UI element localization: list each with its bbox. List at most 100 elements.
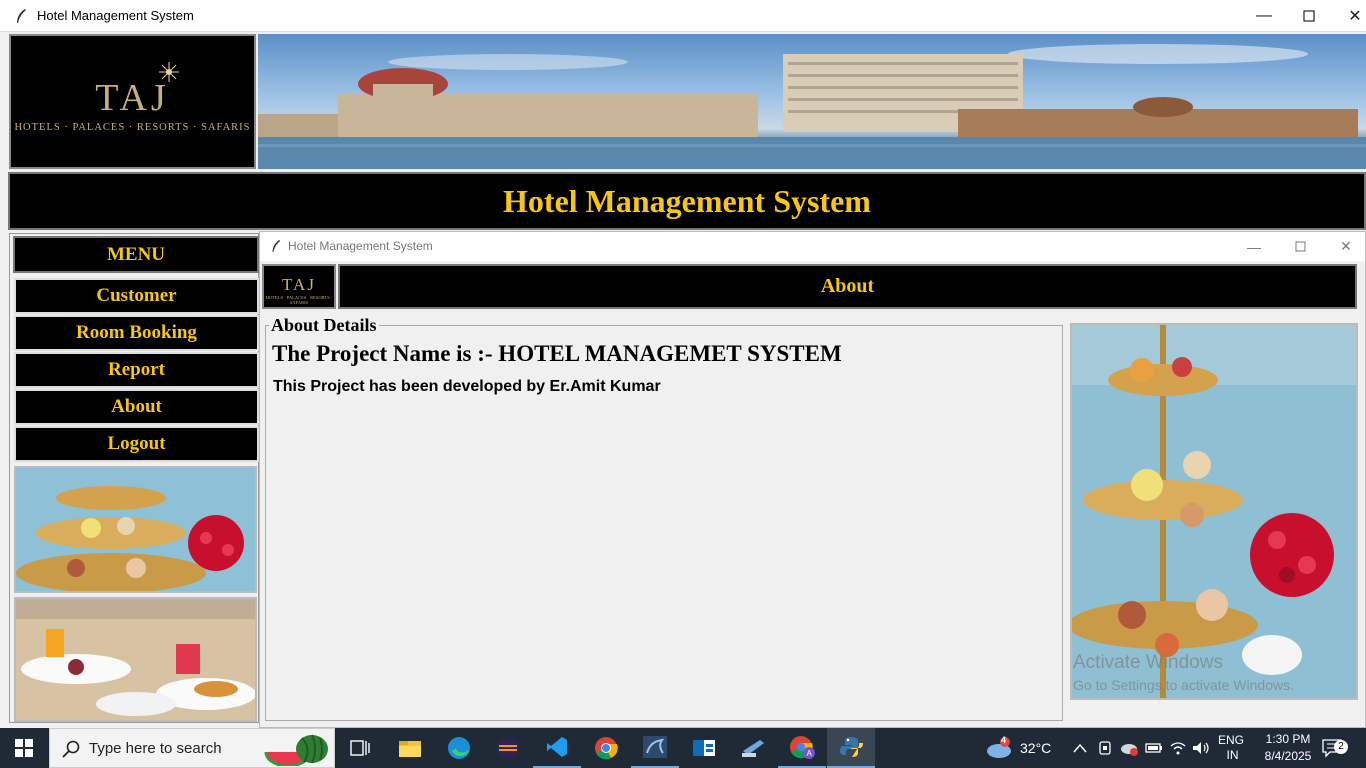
network-icon	[1170, 742, 1186, 755]
meet-now-button[interactable]	[1098, 728, 1112, 768]
food-photo	[1072, 325, 1356, 698]
file-explorer-icon	[399, 741, 421, 757]
close-icon: ✕	[1340, 238, 1352, 254]
outlook-button[interactable]	[680, 728, 728, 768]
show-hidden-icons-button[interactable]	[1073, 728, 1087, 768]
vscode-button[interactable]	[533, 728, 581, 768]
maximize-button[interactable]	[1286, 0, 1332, 32]
notification-count: 2	[1334, 740, 1348, 754]
battery-icon	[1145, 743, 1162, 753]
chrome-button[interactable]	[582, 728, 630, 768]
food-photo	[16, 468, 255, 591]
close-button[interactable]: ✕	[1332, 0, 1366, 32]
minimize-icon: —	[1247, 238, 1261, 255]
svg-text:A: A	[807, 749, 813, 758]
activation-watermark: Activate Windows	[1073, 652, 1223, 673]
child-minimize-button[interactable]: —	[1231, 232, 1277, 261]
notification-button[interactable]: 2	[1322, 728, 1348, 768]
weather-badge: 4	[1001, 735, 1007, 745]
developer-text: This Project has been developed by Er.Am…	[273, 378, 661, 395]
report-button[interactable]: Report	[14, 352, 259, 388]
minimize-button[interactable]: —	[1241, 0, 1287, 32]
windows-start-icon	[15, 739, 33, 757]
chevron-up-icon	[1073, 743, 1087, 753]
about-header: About	[338, 264, 1357, 309]
taj-logo: TAJ HOTELS · PALACES · RESORTS · SAFARIS	[9, 34, 256, 169]
region-code: IN	[1226, 748, 1239, 762]
menu-heading: MENU	[13, 236, 259, 273]
chrome-icon	[595, 737, 618, 760]
app-header: Hotel Management System	[8, 172, 1366, 230]
taskbar-search-box[interactable]: Type here to search	[49, 728, 335, 768]
about-window-title-bar: Hotel Management System — ✕	[260, 232, 1365, 261]
task-view-button[interactable]	[336, 728, 384, 768]
file-explorer-button[interactable]	[386, 728, 434, 768]
chrome-profile-button[interactable]: A	[778, 728, 826, 768]
weather-icon	[987, 737, 1011, 758]
about-details-label: About Details	[269, 315, 379, 336]
feather-icon	[272, 240, 281, 252]
edge-button[interactable]	[435, 728, 483, 768]
small-taj-logo: TAJ HOTELS · PALACES · RESORTS · SAFARIS	[262, 264, 336, 309]
mysql-icon	[643, 736, 667, 758]
onedrive-button[interactable]	[1120, 728, 1140, 768]
customer-button[interactable]: Customer	[14, 278, 259, 314]
child-maximize-button[interactable]	[1277, 232, 1323, 261]
project-name-text: The Project Name is :- HOTEL MANAGEMET S…	[272, 341, 842, 366]
eclipse-button[interactable]	[484, 728, 532, 768]
room-booking-button[interactable]: Room Booking	[14, 315, 259, 351]
volume-button[interactable]	[1192, 728, 1210, 768]
task-view-icon	[350, 740, 370, 756]
clock-date: 8/4/2025	[1264, 749, 1312, 763]
taskbar: Type here to search A 4 32°C ENG IN 1:30…	[0, 728, 1366, 768]
menu-label: About	[111, 396, 162, 417]
desktop-button[interactable]	[729, 728, 777, 768]
hotel-banner-image	[258, 34, 1366, 169]
network-button[interactable]	[1170, 728, 1186, 768]
search-placeholder: Type here to search	[89, 740, 222, 757]
feather-icon	[17, 9, 26, 23]
edge-icon	[448, 737, 470, 759]
minimize-icon: —	[1256, 7, 1272, 24]
about-button[interactable]: About	[14, 389, 259, 425]
logo-tagline: HOTELS · PALACES · RESORTS · SAFARIS	[265, 295, 333, 305]
child-close-button[interactable]: ✕	[1323, 232, 1366, 261]
language-code: ENG	[1218, 733, 1245, 747]
chrome-profile-icon: A	[790, 736, 815, 759]
logo-brand: TAJ	[282, 275, 316, 294]
watermelon-icon	[264, 734, 328, 766]
weather-widget[interactable]: 4 32°C	[985, 728, 1051, 768]
food-tier-image-large	[1070, 323, 1358, 700]
hotel-photo	[258, 44, 1366, 169]
meet-now-icon	[1099, 741, 1111, 755]
logout-button[interactable]: Logout	[14, 426, 259, 462]
battery-button[interactable]	[1145, 728, 1163, 768]
search-icon	[62, 740, 80, 758]
eclipse-icon	[497, 737, 519, 759]
python-button[interactable]	[827, 728, 875, 768]
vscode-icon	[547, 737, 567, 757]
outlook-icon	[693, 740, 715, 756]
breakfast-image	[14, 597, 257, 722]
mysql-button[interactable]	[631, 728, 679, 768]
app-title: Hotel Management System	[503, 182, 871, 219]
food-tier-image	[14, 466, 257, 593]
cloud-error-icon	[1121, 744, 1138, 756]
menu-label: Customer	[96, 285, 177, 306]
clock-time: 1:30 PM	[1265, 732, 1311, 746]
start-button[interactable]	[0, 728, 48, 768]
breakfast-photo	[16, 599, 255, 720]
menu-label: Logout	[107, 433, 166, 454]
logo-brand: TAJ	[95, 77, 170, 119]
weather-temperature: 32°C	[1020, 740, 1052, 756]
menu-heading-label: MENU	[106, 243, 166, 265]
volume-icon	[1193, 742, 1209, 754]
clock[interactable]: 1:30 PM 8/4/2025	[1258, 728, 1318, 768]
language-indicator[interactable]: ENG IN	[1218, 728, 1244, 768]
main-title-bar: Hotel Management System — ✕	[0, 0, 1366, 32]
activation-watermark-subtext: Go to Settings to activate Windows.	[1073, 677, 1294, 693]
menu-label: Room Booking	[76, 322, 197, 343]
logo-tagline: HOTELS · PALACES · RESORTS · SAFARIS	[14, 122, 251, 133]
maximize-icon	[1295, 241, 1305, 252]
maximize-icon	[1303, 10, 1315, 22]
